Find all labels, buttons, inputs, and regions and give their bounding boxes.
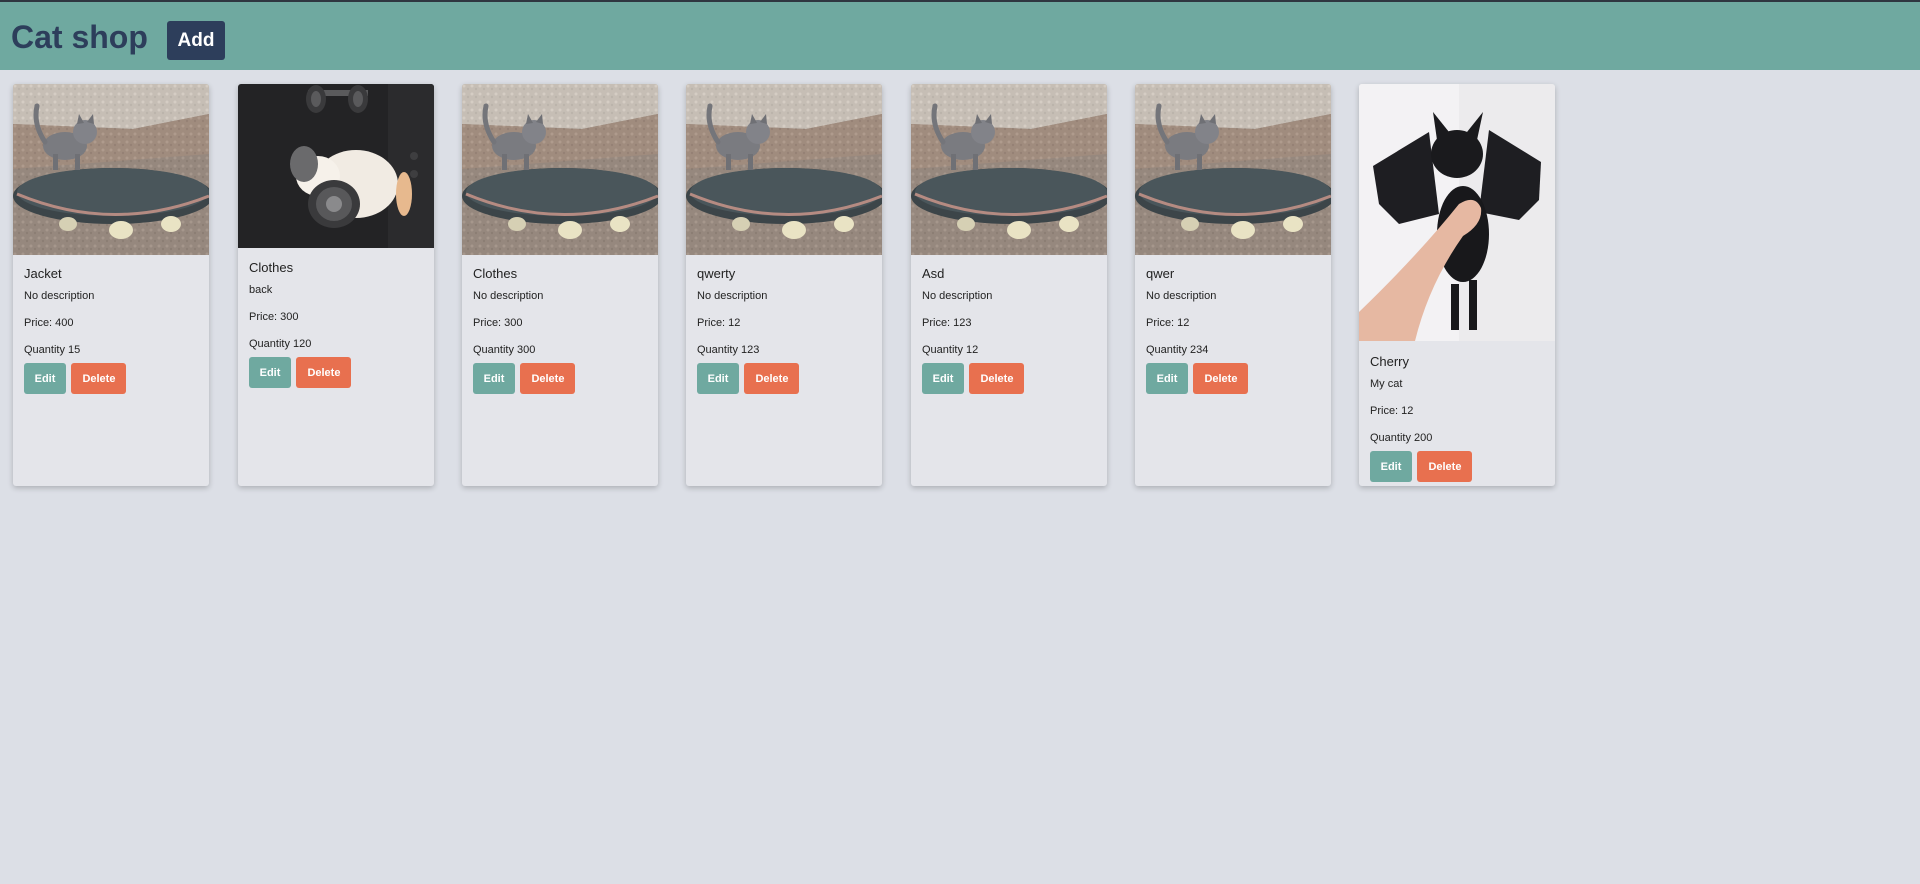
product-image bbox=[911, 84, 1107, 255]
product-image bbox=[462, 84, 658, 255]
edit-button[interactable]: Edit bbox=[922, 363, 964, 394]
product-card: Clothes No description Price: 300 Quanti… bbox=[462, 84, 658, 486]
product-price: Price: 12 bbox=[1146, 317, 1190, 329]
product-quantity: Quantity 234 bbox=[1146, 344, 1209, 356]
product-price: Price: 12 bbox=[697, 317, 741, 329]
product-name: Clothes bbox=[473, 266, 518, 281]
delete-button[interactable]: Delete bbox=[296, 357, 352, 388]
edit-button[interactable]: Edit bbox=[24, 363, 66, 394]
delete-button[interactable]: Delete bbox=[520, 363, 576, 394]
product-image bbox=[238, 84, 434, 248]
delete-button[interactable]: Delete bbox=[969, 363, 1025, 394]
product-card: Cherry My cat Price: 12 Quantity 200 Edi… bbox=[1359, 84, 1555, 486]
product-description: No description bbox=[697, 290, 768, 302]
product-price: Price: 12 bbox=[1370, 405, 1414, 417]
product-description: back bbox=[249, 284, 273, 296]
delete-button[interactable]: Delete bbox=[744, 363, 800, 394]
edit-button[interactable]: Edit bbox=[1146, 363, 1188, 394]
product-description: My cat bbox=[1370, 378, 1403, 390]
product-image bbox=[686, 84, 882, 255]
edit-button[interactable]: Edit bbox=[697, 363, 739, 394]
delete-button[interactable]: Delete bbox=[1417, 451, 1473, 482]
product-price: Price: 300 bbox=[473, 317, 523, 329]
delete-button[interactable]: Delete bbox=[71, 363, 127, 394]
product-name: Asd bbox=[922, 266, 945, 281]
product-image bbox=[1359, 84, 1555, 341]
product-description: No description bbox=[24, 290, 95, 302]
product-quantity: Quantity 300 bbox=[473, 344, 536, 356]
product-price: Price: 300 bbox=[249, 311, 299, 323]
product-quantity: Quantity 12 bbox=[922, 344, 979, 356]
delete-button[interactable]: Delete bbox=[1193, 363, 1249, 394]
product-image bbox=[1135, 84, 1331, 255]
product-card: Clothes back Price: 300 Quantity 120 Edi… bbox=[238, 84, 434, 486]
add-button[interactable]: Add bbox=[167, 21, 225, 60]
product-name: Clothes bbox=[249, 260, 294, 275]
product-card: qwerty No description Price: 12 Quantity… bbox=[686, 84, 882, 486]
product-description: No description bbox=[922, 290, 993, 302]
edit-button[interactable]: Edit bbox=[1370, 451, 1412, 482]
product-image bbox=[13, 84, 209, 255]
app-title: Cat shop bbox=[11, 19, 148, 55]
product-description: No description bbox=[1146, 290, 1217, 302]
product-card: Asd No description Price: 123 Quantity 1… bbox=[911, 84, 1107, 486]
product-card: Jacket No description Price: 400 Quantit… bbox=[13, 84, 209, 486]
app-header: Cat shop Add bbox=[0, 2, 1920, 70]
product-price: Price: 400 bbox=[24, 317, 74, 329]
product-quantity: Quantity 120 bbox=[249, 338, 312, 350]
product-quantity: Quantity 200 bbox=[1370, 432, 1433, 444]
product-name: qwerty bbox=[697, 266, 736, 281]
product-name: Cherry bbox=[1370, 354, 1410, 369]
edit-button[interactable]: Edit bbox=[473, 363, 515, 394]
product-description: No description bbox=[473, 290, 544, 302]
product-price: Price: 123 bbox=[922, 317, 972, 329]
product-quantity: Quantity 15 bbox=[24, 344, 81, 356]
edit-button[interactable]: Edit bbox=[249, 357, 291, 388]
product-name: qwer bbox=[1146, 266, 1175, 281]
product-card: qwer No description Price: 12 Quantity 2… bbox=[1135, 84, 1331, 486]
product-quantity: Quantity 123 bbox=[697, 344, 760, 356]
product-name: Jacket bbox=[24, 266, 62, 281]
